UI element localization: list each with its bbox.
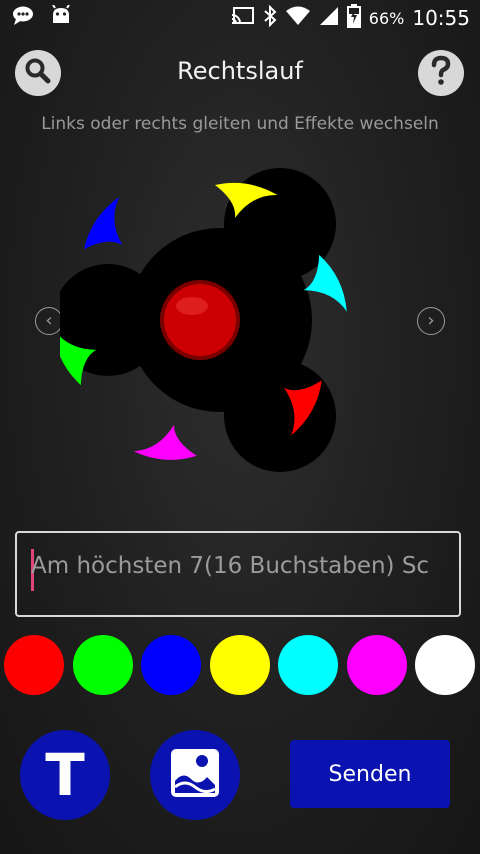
status-bar: 66% 10:55 (0, 0, 480, 34)
spinner-blade (84, 196, 123, 250)
wifi-icon (285, 6, 311, 30)
color-swatch[interactable] (346, 635, 407, 695)
chevron-left-icon: ‹ (45, 310, 53, 331)
text-icon: T (45, 741, 85, 809)
chat-icon (12, 5, 38, 31)
color-swatch[interactable] (4, 635, 64, 695)
bluetooth-icon (263, 4, 277, 31)
instruction-text: Links oder rechts gleiten und Effekte we… (41, 114, 439, 134)
image-mode-button[interactable] (150, 730, 240, 820)
page-title: Rechtslauf (177, 57, 303, 85)
image-icon (169, 747, 221, 803)
color-swatch[interactable] (278, 635, 338, 695)
signal-icon (319, 6, 339, 30)
text-mode-button[interactable]: T (20, 730, 110, 820)
chevron-right-icon: › (427, 310, 435, 331)
send-button[interactable]: Senden (290, 740, 450, 808)
color-swatch[interactable] (72, 635, 133, 695)
color-swatch[interactable] (209, 635, 270, 695)
fidget-spinner[interactable] (52, 160, 380, 480)
message-input[interactable]: Am höchsten 7(16 Buchstaben) Sc (15, 531, 461, 617)
color-swatch[interactable] (415, 635, 475, 695)
question-icon (427, 55, 455, 91)
spinner-blade (133, 424, 197, 460)
next-effect-button[interactable]: › (417, 307, 445, 335)
cast-icon (231, 6, 255, 30)
battery-percent: 66% (368, 8, 405, 28)
message-input-placeholder: Am höchsten 7(16 Buchstaben) Sc (31, 553, 430, 579)
android-icon (50, 4, 72, 31)
clock: 10:55 (412, 6, 470, 30)
previous-effect-button[interactable]: ‹ (35, 307, 63, 335)
battery-icon (346, 4, 361, 32)
spinner-center-button[interactable] (160, 280, 240, 360)
color-swatch[interactable] (141, 635, 201, 695)
help-button[interactable] (418, 50, 464, 96)
color-palette (4, 635, 476, 695)
